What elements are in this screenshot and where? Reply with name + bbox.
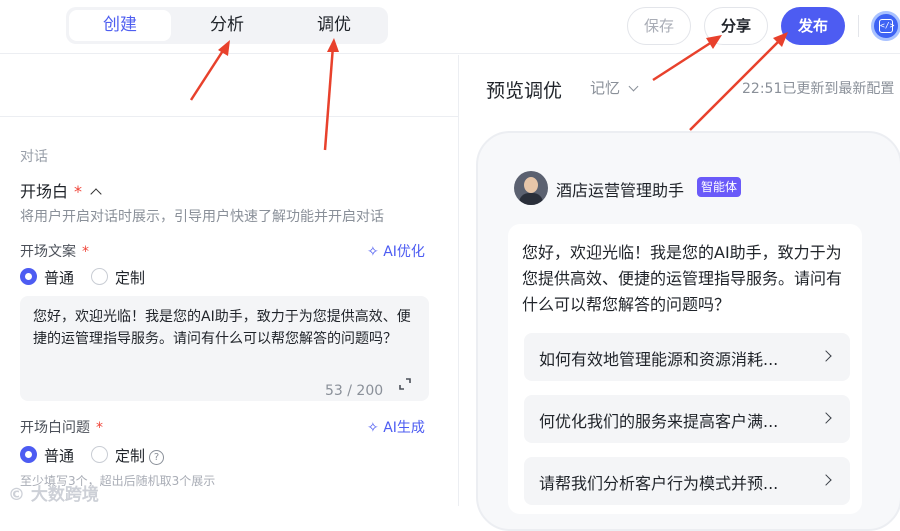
- tab-create[interactable]: 创建: [69, 10, 171, 41]
- suggested-question[interactable]: 何优化我们的服务来提高客户满...: [524, 395, 850, 443]
- ai-generate-button[interactable]: ✧ AI生成: [367, 417, 425, 437]
- bot-name: 酒店运营管理助手: [556, 181, 685, 200]
- toolbar-divider: [858, 15, 859, 37]
- panel-divider: [458, 55, 459, 506]
- watermark-text: 大数跨境: [30, 485, 99, 505]
- ai-generate-label: AI生成: [383, 420, 425, 436]
- section-label: 对话: [20, 149, 48, 165]
- radio-copy-normal-label: 普通: [44, 269, 75, 287]
- char-counter: 53 / 200: [325, 383, 384, 399]
- tab-analyze[interactable]: 分析: [176, 10, 278, 41]
- suggested-question-text: 请帮我们分析客户行为模式并预...: [539, 474, 779, 493]
- code-view-button[interactable]: </>: [871, 11, 900, 41]
- opening-copy-text: 您好，欢迎光临！我是您的AI助手，致力于为您提供高效、便捷的运管理指导服务。请问…: [33, 309, 411, 347]
- suggested-question-text: 如何有效地管理能源和资源消耗...: [539, 350, 779, 369]
- greeting-message: 您好，欢迎光临！我是您的AI助手，致力于为您提供高效、便捷的运管理指导服务。请问…: [522, 243, 843, 314]
- radio-copy-normal[interactable]: [20, 268, 37, 285]
- chevron-right-icon: [820, 412, 832, 424]
- required-mark: *: [96, 420, 103, 436]
- radio-question-normal[interactable]: [20, 446, 37, 463]
- expand-icon[interactable]: [399, 378, 411, 390]
- opening-title-text: 开场白: [20, 182, 69, 201]
- collapse-icon[interactable]: [90, 188, 102, 200]
- publish-button[interactable]: 发布: [781, 7, 845, 45]
- chevron-down-icon: [628, 81, 639, 92]
- radio-copy-custom[interactable]: [91, 268, 108, 285]
- preview-title: 预览调优: [486, 80, 563, 102]
- opening-title[interactable]: 开场白 *: [20, 178, 102, 202]
- memory-label: 记忆: [590, 79, 621, 97]
- required-mark: *: [74, 182, 83, 201]
- copy-label-text: 开场文案: [20, 244, 76, 260]
- copy-label: 开场文案 *: [20, 241, 89, 261]
- help-icon[interactable]: ?: [149, 450, 165, 465]
- panel-header-divider: [0, 116, 458, 117]
- radio-question-custom[interactable]: [91, 446, 108, 463]
- top-bar: 创建 分析 调优 保存 分享 发布 </>: [0, 0, 900, 54]
- radio-copy-custom-label: 定制: [115, 269, 146, 287]
- opening-description: 将用户开启对话时展示，引导用户快速了解功能并开启对话: [20, 209, 384, 225]
- chevron-right-icon: [820, 350, 832, 362]
- suggested-question[interactable]: 如何有效地管理能源和资源消耗...: [524, 333, 850, 381]
- sparkle-icon: ✧: [367, 420, 379, 436]
- tab-tune[interactable]: 调优: [283, 10, 385, 41]
- question-label: 开场白问题 *: [20, 417, 103, 437]
- radio-question-normal-label: 普通: [44, 447, 75, 465]
- suggested-question-text: 何优化我们的服务来提高客户满...: [539, 412, 779, 431]
- share-button[interactable]: 分享: [704, 7, 768, 45]
- update-status: 22:51已更新到最新配置: [742, 81, 895, 97]
- mode-tabs: 创建 分析 调优: [66, 7, 388, 44]
- radio-question-custom-text: 定制: [115, 447, 146, 465]
- chevron-right-icon: [820, 474, 832, 486]
- watermark-logo-icon: ©: [8, 485, 25, 505]
- bot-avatar: [514, 171, 548, 205]
- radio-question-custom-label: 定制?: [115, 445, 165, 466]
- save-button[interactable]: 保存: [627, 7, 691, 45]
- required-mark: *: [82, 244, 89, 260]
- sparkle-icon: ✧: [367, 244, 379, 260]
- agent-badge: 智能体: [697, 177, 742, 197]
- ai-optimize-label: AI优化: [383, 244, 425, 260]
- code-icon: </>: [879, 19, 894, 33]
- suggested-question[interactable]: 请帮我们分析客户行为模式并预...: [524, 457, 850, 505]
- memory-dropdown[interactable]: 记忆: [590, 77, 639, 98]
- watermark: © 大数跨境: [8, 480, 99, 505]
- question-label-text: 开场白问题: [20, 420, 90, 436]
- ai-optimize-button[interactable]: ✧ AI优化: [367, 241, 425, 261]
